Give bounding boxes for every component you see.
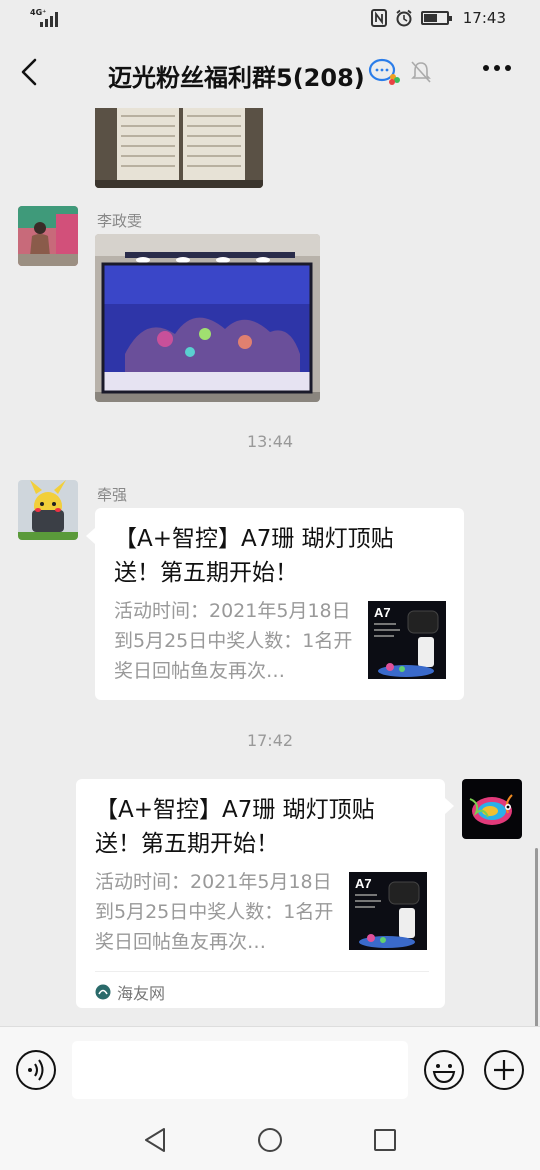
link-card[interactable]: 【A+智控】A7珊 瑚灯顶贴送！第五期开始！ 活动时间：2021年5月18日到5… (76, 779, 445, 1008)
system-nav-bar (0, 1110, 540, 1170)
nav-back-icon[interactable] (142, 1126, 168, 1154)
message-input[interactable] (72, 1041, 408, 1099)
link-card-source: 海友网 (95, 971, 429, 1004)
more-options-icon[interactable] (482, 64, 512, 72)
chat-title: 迈光粉丝福利群5(208) (108, 64, 365, 92)
thumb-label: A7 (355, 876, 372, 891)
voice-input-icon[interactable] (15, 1049, 57, 1091)
link-card-title: 【A+智控】A7珊 瑚灯顶贴送！第五期开始！ (114, 526, 394, 586)
status-bar: 4G⁺ 17:43 (0, 0, 540, 38)
timestamp: 13:44 (246, 432, 294, 451)
bubble-tail (86, 528, 95, 544)
aquarium-photo (95, 234, 320, 402)
avatar-image (462, 779, 522, 839)
image-message[interactable] (95, 234, 320, 402)
link-card[interactable]: 【A+智控】A7珊 瑚灯顶贴送！第五期开始！ 活动时间：2021年5月18日到5… (95, 508, 464, 700)
self-avatar[interactable] (462, 779, 522, 839)
nfc-icon (370, 9, 387, 27)
thumb-label: A7 (374, 605, 391, 620)
link-card-description: 活动时间：2021年5月18日到5月25日中奖人数：1名开奖日回帖鱼友再次… (114, 600, 353, 682)
link-card-source-name: 海友网 (117, 984, 166, 1003)
battery-icon (420, 11, 452, 25)
chat-header: 迈光粉丝福利群5(208) (0, 38, 540, 108)
previous-image-message[interactable] (95, 108, 263, 188)
sender-name: 牵强 (97, 486, 128, 504)
mute-bell-icon (411, 61, 431, 83)
avatar-image (18, 480, 78, 540)
link-card-thumbnail: A7 (349, 872, 427, 950)
alarm-icon (396, 9, 412, 27)
nav-recents-icon[interactable] (372, 1126, 398, 1154)
link-card-title: 【A+智控】A7珊 瑚灯顶贴送！第五期开始！ (95, 797, 375, 857)
link-card-description: 活动时间：2021年5月18日到5月25日中奖人数：1名开奖日回帖鱼友再次… (95, 871, 334, 953)
status-time: 17:43 (462, 9, 506, 27)
avatar-image (18, 206, 78, 266)
back-arrow-icon[interactable] (14, 56, 46, 88)
source-logo-icon (95, 984, 111, 1000)
input-bar (0, 1026, 540, 1110)
plus-icon[interactable] (483, 1049, 525, 1091)
message-list[interactable]: 李政雯 13:44 牵强 【A+智控】A7珊 瑚灯顶贴送！第五期开始！ 活动时间… (0, 108, 540, 1026)
scrollbar[interactable] (535, 848, 538, 1026)
sender-name: 李政雯 (97, 212, 143, 230)
emoji-icon[interactable] (423, 1049, 465, 1091)
nav-home-icon[interactable] (256, 1126, 284, 1154)
enterprise-chat-icon (368, 58, 400, 85)
bubble-tail (445, 798, 454, 814)
timestamp: 17:42 (246, 731, 294, 750)
avatar[interactable] (18, 480, 78, 540)
cabinet-photo (95, 108, 263, 188)
signal-icon (40, 12, 58, 27)
link-card-thumbnail: A7 (368, 601, 446, 679)
avatar[interactable] (18, 206, 78, 266)
